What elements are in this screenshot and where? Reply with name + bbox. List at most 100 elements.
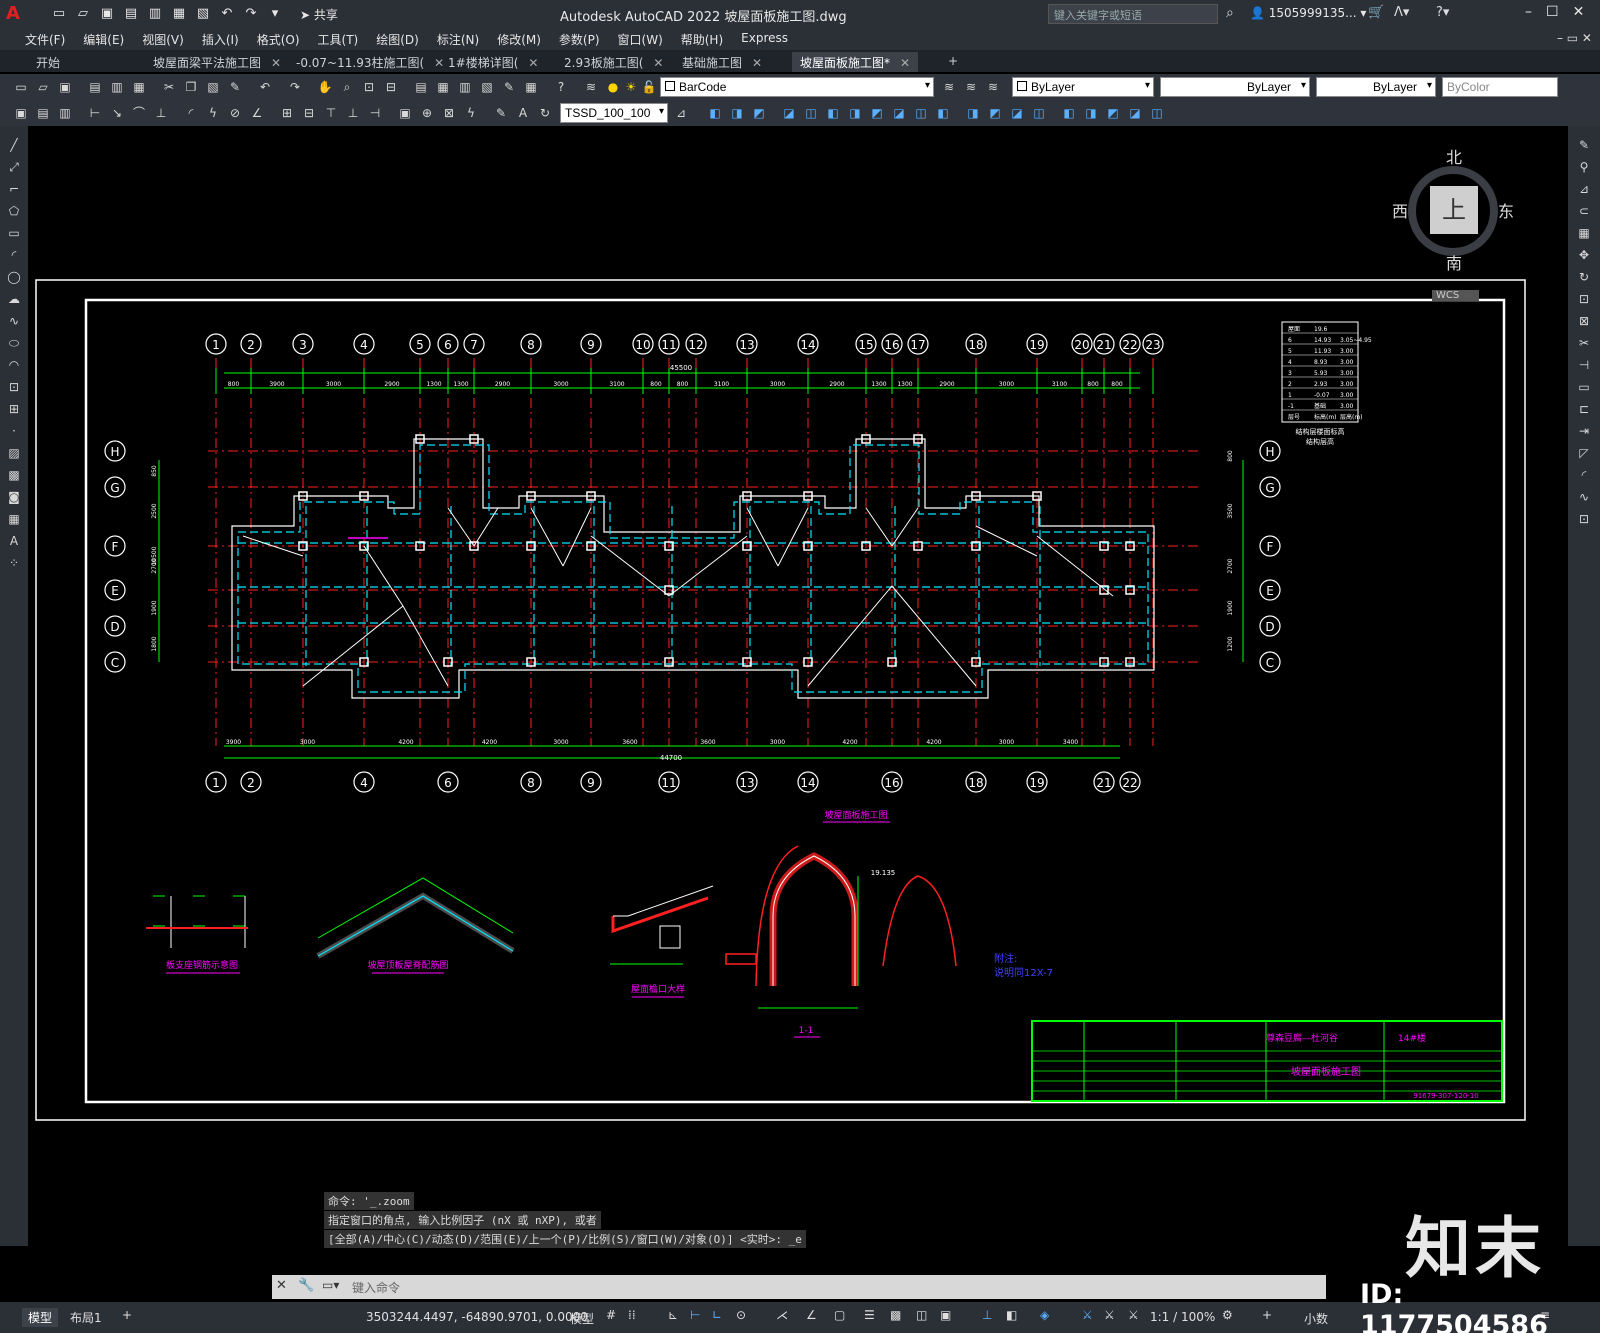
tab-start[interactable]: 开始 bbox=[28, 52, 68, 72]
zoom-realtime-icon[interactable]: ⌕ bbox=[338, 78, 356, 96]
doc-window-controls[interactable]: – ▭ ✕ bbox=[1557, 31, 1592, 45]
tab-close-icon[interactable]: ✕ bbox=[900, 56, 910, 70]
trim-icon[interactable]: ✂ bbox=[1575, 334, 1593, 352]
workspace-gear-icon[interactable]: ⚙ bbox=[1222, 1308, 1233, 1322]
help-icon[interactable]: ?▾ bbox=[1436, 5, 1449, 20]
transparency-icon[interactable]: ▩ bbox=[890, 1308, 901, 1322]
paste-icon[interactable]: ▧ bbox=[204, 78, 222, 96]
tab-roof-beam[interactable]: 坡屋面梁平法施工图 ✕ bbox=[145, 52, 289, 72]
layer-properties-icon[interactable]: ≋ bbox=[582, 78, 600, 96]
make-block-icon[interactable]: ⊞ bbox=[5, 400, 23, 418]
mtext-icon[interactable]: A bbox=[5, 532, 23, 550]
line-icon[interactable]: ╱ bbox=[5, 136, 23, 154]
explode-icon[interactable]: ⊡ bbox=[1575, 510, 1593, 528]
plotstyle-select[interactable]: ByColor bbox=[1442, 77, 1558, 97]
move-icon[interactable]: ✥ bbox=[1575, 246, 1593, 264]
arc-icon[interactable]: ◜ bbox=[5, 246, 23, 264]
cart-icon[interactable]: 🛒 bbox=[1368, 5, 1384, 20]
view-left-icon[interactable]: ◪ bbox=[1008, 104, 1026, 122]
stretch-icon[interactable]: ⊠ bbox=[1575, 312, 1593, 330]
selection-filter-icon[interactable]: ◧ bbox=[1006, 1308, 1017, 1322]
layer-on-icon[interactable]: ● bbox=[604, 78, 622, 96]
auto-scale-icon[interactable]: ⚔ bbox=[1104, 1308, 1115, 1322]
view-bottom-icon[interactable]: ◩ bbox=[986, 104, 1004, 122]
menu-dimension[interactable]: 标注(N) bbox=[428, 28, 488, 50]
customize-qat-icon[interactable]: ▾ bbox=[266, 5, 284, 23]
model-layout-tab[interactable]: 模型 bbox=[22, 1308, 59, 1327]
autodesk-app-icon[interactable]: Ʌ▾ bbox=[1394, 5, 1409, 20]
customize-wrench-icon[interactable]: 🔧 bbox=[298, 1278, 314, 1293]
compass-east[interactable]: 东 bbox=[1498, 198, 1514, 222]
dynamic-ucs-icon[interactable]: ⊥ bbox=[982, 1308, 992, 1322]
model-canvas[interactable]: 45500 44700 800 3900 3000 2900 1300 1300 2900 300… bbox=[28, 126, 1568, 1272]
tab-column[interactable]: -0.07~11.93柱施工图(✕ bbox=[288, 52, 452, 72]
diameter-dim-icon[interactable]: ⊘ bbox=[226, 104, 244, 122]
fillet-icon[interactable]: ◜ bbox=[1575, 466, 1593, 484]
make-current-icon[interactable]: ≋ bbox=[940, 78, 958, 96]
new-file-icon[interactable]: ▭ bbox=[50, 5, 68, 23]
search-icon[interactable]: ⌕ bbox=[1226, 5, 1234, 21]
baseline-dim-icon[interactable]: ⊟ bbox=[300, 104, 318, 122]
cursor-coordinates[interactable]: 3503244.4497, -64890.9701, 0.0000 bbox=[366, 1310, 588, 1324]
dim-break-icon[interactable]: ⊣ bbox=[366, 104, 384, 122]
gradient-icon[interactable]: ▩ bbox=[5, 466, 23, 484]
ellipse-arc-icon[interactable]: ◠ bbox=[5, 356, 23, 374]
linetype-select[interactable]: ByLayer ▾ bbox=[1160, 77, 1310, 97]
view-back-icon[interactable]: ◨ bbox=[1082, 104, 1100, 122]
view-top-icon[interactable]: ◨ bbox=[964, 104, 982, 122]
revcloud-icon[interactable]: ☁ bbox=[5, 290, 23, 308]
compass-north[interactable]: 北 bbox=[1446, 144, 1462, 168]
blend-icon[interactable]: ∿ bbox=[1575, 488, 1593, 506]
jogged-dim-icon[interactable]: ϟ bbox=[204, 104, 222, 122]
circle-icon[interactable]: ◯ bbox=[5, 268, 23, 286]
save-as-icon[interactable]: ▤ bbox=[122, 5, 140, 23]
close-command-icon[interactable]: ✕ bbox=[276, 1278, 287, 1293]
tab-close-icon[interactable]: ✕ bbox=[528, 56, 538, 70]
annotation-monitor-icon[interactable]: + bbox=[1262, 1308, 1272, 1322]
search-input[interactable]: 键入关键字或短语 bbox=[1048, 4, 1218, 24]
table-icon[interactable]: ▦ bbox=[5, 510, 23, 528]
annotation-scale-value[interactable]: 1:1 / 100% bbox=[1150, 1310, 1215, 1324]
undo-icon[interactable]: ↶ bbox=[218, 5, 236, 23]
tssd-slab-icon[interactable]: ▥ bbox=[56, 104, 74, 122]
linear-dim-icon[interactable]: ⊢ bbox=[86, 104, 104, 122]
tab-close-icon[interactable]: ✕ bbox=[653, 56, 663, 70]
polar-icon[interactable]: ⊙ bbox=[736, 1308, 746, 1322]
view-iso2-icon[interactable]: ◪ bbox=[1126, 104, 1144, 122]
mirror-icon[interactable]: ⊿ bbox=[1575, 180, 1593, 198]
compass-west[interactable]: 西 bbox=[1392, 198, 1408, 222]
dim-update-icon[interactable]: ↻ bbox=[536, 104, 554, 122]
ucs-z-icon[interactable]: ◩ bbox=[868, 104, 886, 122]
layout1-tab[interactable]: 布局1 bbox=[70, 1309, 102, 1326]
design-center-icon[interactable]: ▦ bbox=[434, 78, 452, 96]
save-icon[interactable]: ▣ bbox=[98, 5, 116, 23]
markup-icon[interactable]: ✎ bbox=[500, 78, 518, 96]
color-select[interactable]: ByLayer ▾ bbox=[1012, 77, 1154, 97]
view-right-icon[interactable]: ◫ bbox=[1030, 104, 1048, 122]
cut-icon[interactable]: ✂ bbox=[160, 78, 178, 96]
close-icon[interactable]: ✕ bbox=[1573, 4, 1585, 20]
viewcube[interactable]: 上 北 南 东 西 WCS bbox=[1392, 148, 1514, 301]
tab-close-icon[interactable]: ✕ bbox=[271, 56, 281, 70]
polyline-icon[interactable]: ⌐ bbox=[5, 180, 23, 198]
menu-draw[interactable]: 绘图(D) bbox=[367, 28, 428, 50]
jogged-linear-icon[interactable]: ϟ bbox=[462, 104, 480, 122]
model-space-button[interactable]: 模型 bbox=[570, 1310, 594, 1327]
gizmo-icon[interactable]: ◈ bbox=[1040, 1308, 1049, 1322]
aligned-dim-icon[interactable]: ↘ bbox=[108, 104, 126, 122]
menu-tools[interactable]: 工具(T) bbox=[309, 28, 368, 50]
annotation-scale-icon[interactable]: ⚔ bbox=[1128, 1308, 1139, 1322]
tab-stair[interactable]: 1#楼梯详图(✕ bbox=[440, 52, 546, 72]
zoom-previous-icon[interactable]: ⊟ bbox=[382, 78, 400, 96]
point-icon[interactable]: · bbox=[5, 422, 23, 440]
minimize-icon[interactable]: – bbox=[1525, 4, 1532, 20]
wcs-menu[interactable]: WCS bbox=[1432, 290, 1480, 301]
construction-line-icon[interactable]: ⤢ bbox=[5, 158, 23, 176]
ordinate-dim-icon[interactable]: ⊥ bbox=[152, 104, 170, 122]
user-account[interactable]: 👤 1505999135... ▾ bbox=[1250, 6, 1366, 20]
lineweight-select[interactable]: ByLayer ▾ bbox=[1316, 77, 1436, 97]
layer-previous-icon[interactable]: ≋ bbox=[962, 78, 980, 96]
ucs-y-icon[interactable]: ◧ bbox=[934, 104, 952, 122]
ucs-origin-icon[interactable]: ◨ bbox=[846, 104, 864, 122]
menu-modify[interactable]: 修改(M) bbox=[488, 28, 550, 50]
